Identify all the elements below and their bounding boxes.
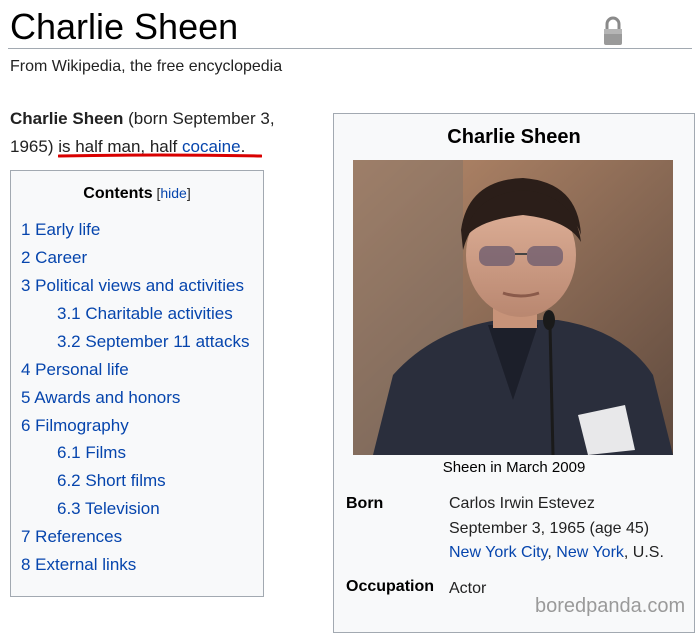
toc-item-films[interactable]: 6.1 Films — [57, 443, 126, 463]
table-of-contents: Contents [hide] 1 Early life 2 Career 3 … — [10, 170, 264, 597]
toc-item-early-life[interactable]: 1 Early life — [21, 220, 100, 240]
toc-item-september-11[interactable]: 3.2 September 11 attacks — [57, 332, 249, 352]
toc-item-awards[interactable]: 5 Awards and honors — [21, 388, 180, 408]
born-place-comma: , — [547, 544, 557, 561]
toc-item-short-films[interactable]: 6.2 Short films — [57, 471, 166, 491]
photo-caption: Sheen in March 2009 — [442, 459, 586, 476]
new-york-city-link[interactable]: New York City — [449, 544, 547, 561]
toc-item-political-views[interactable]: 3 Political views and activities — [21, 276, 244, 296]
born-country: , U.S. — [623, 544, 664, 561]
toc-heading: Contents — [83, 185, 153, 202]
toc-item-television[interactable]: 6.3 Television — [57, 499, 160, 519]
occupation-value: Actor — [449, 580, 487, 597]
born-name: Carlos Irwin Estevez — [449, 495, 595, 512]
toc-hide-link[interactable]: hide — [160, 185, 186, 201]
toc-heading-row: Contents [hide] — [11, 185, 263, 203]
padlock-icon — [604, 16, 622, 45]
occupation-label: Occupation — [346, 578, 435, 595]
toc-item-personal-life[interactable]: 4 Personal life — [21, 360, 129, 380]
red-underline-annotation — [58, 153, 262, 158]
born-place: New York City, New York, U.S. — [449, 544, 664, 562]
new-york-link[interactable]: New York — [556, 544, 624, 561]
born-label: Born — [346, 495, 384, 512]
toc-item-filmography[interactable]: 6 Filmography — [21, 416, 129, 436]
tagline: From Wikipedia, the free encyclopedia — [10, 58, 283, 75]
infobox: Charlie Sheen Sheen in March 2009 Born C… — [333, 113, 695, 633]
toc-item-references[interactable]: 7 References — [21, 527, 122, 547]
page-title: Charlie Sheen — [10, 6, 239, 47]
toc-item-external-links[interactable]: 8 External links — [21, 555, 136, 575]
toc-hide-close: ] — [186, 185, 191, 201]
born-date: September 3, 1965 (age 45) — [449, 520, 650, 537]
toc-item-charitable[interactable]: 3.1 Charitable activities — [57, 304, 233, 324]
portrait-photo[interactable] — [353, 160, 673, 455]
infobox-title: Charlie Sheen — [447, 126, 581, 148]
title-divider — [8, 48, 692, 49]
lede-subject: Charlie Sheen — [10, 109, 124, 128]
watermark: boredpanda.com — [535, 595, 686, 617]
toc-item-career[interactable]: 2 Career — [21, 248, 87, 268]
